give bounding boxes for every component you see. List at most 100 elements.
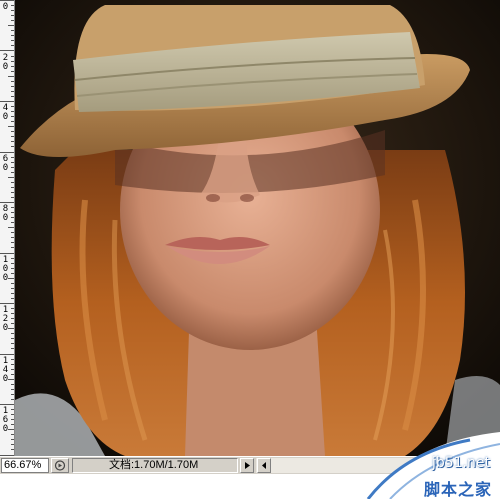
ruler-tick xyxy=(11,162,14,163)
ruler-tick xyxy=(11,434,14,435)
ruler-tick xyxy=(0,0,14,1)
ruler-tick xyxy=(8,76,14,77)
ruler-tick xyxy=(11,20,14,21)
ruler-label: 1 4 0 xyxy=(2,356,9,384)
ruler-tick xyxy=(11,192,14,193)
ruler-tick xyxy=(11,333,14,334)
ruler-tick xyxy=(11,323,14,324)
ruler-label: 2 0 xyxy=(2,53,9,72)
ruler-tick xyxy=(11,409,14,410)
ruler-tick xyxy=(11,141,14,142)
ruler-tick xyxy=(11,45,14,46)
ruler-tick xyxy=(11,10,14,11)
ruler-tick xyxy=(11,273,14,274)
ruler-tick xyxy=(11,288,14,289)
arrow-left-icon xyxy=(262,462,266,469)
ruler-tick xyxy=(11,268,14,269)
ruler-tick xyxy=(11,399,14,400)
circle-arrow-icon xyxy=(54,460,66,471)
ruler-tick xyxy=(11,30,14,31)
document-size-info: 文档:1.70M/1.70M xyxy=(72,458,238,473)
ruler-tick xyxy=(11,364,14,365)
ruler-tick xyxy=(11,146,14,147)
ruler-tick xyxy=(11,5,14,6)
ruler-tick xyxy=(11,298,14,299)
ruler-tick xyxy=(11,212,14,213)
zoom-level-field[interactable]: 66.67% xyxy=(1,458,49,473)
watermark-url: jb51.net xyxy=(431,455,490,471)
ruler-tick xyxy=(11,136,14,137)
ruler-tick xyxy=(11,81,14,82)
status-expand-button[interactable] xyxy=(240,458,254,473)
ruler-tick xyxy=(11,283,14,284)
ruler-tick xyxy=(11,237,14,238)
ruler-tick xyxy=(11,258,14,259)
ruler-tick xyxy=(11,106,14,107)
ruler-tick xyxy=(11,71,14,72)
ruler-label: 0 xyxy=(2,2,9,12)
ruler-tick xyxy=(11,419,14,420)
ruler-tick xyxy=(11,187,14,188)
ruler-tick xyxy=(11,222,14,223)
triangle-right-icon xyxy=(245,462,250,469)
ruler-tick xyxy=(0,354,14,355)
ruler-tick xyxy=(11,40,14,41)
ruler-tick xyxy=(11,66,14,67)
ruler-label: 1 0 0 xyxy=(2,255,9,283)
ruler-tick xyxy=(11,439,14,440)
ruler-tick xyxy=(11,242,14,243)
ruler-tick xyxy=(0,404,14,405)
ruler-tick xyxy=(11,338,14,339)
ruler-tick xyxy=(11,263,14,264)
ruler-tick xyxy=(11,374,14,375)
ruler-tick xyxy=(11,86,14,87)
ruler-tick xyxy=(11,444,14,445)
ruler-tick xyxy=(0,253,14,254)
ruler-tick xyxy=(11,56,14,57)
ruler-tick xyxy=(11,217,14,218)
ruler-tick xyxy=(11,247,14,248)
ruler-tick xyxy=(11,91,14,92)
ruler-tick xyxy=(11,197,14,198)
image-canvas[interactable] xyxy=(15,0,500,456)
ruler-tick xyxy=(11,111,14,112)
scroll-left-button[interactable] xyxy=(257,458,271,473)
ruler-tick xyxy=(11,313,14,314)
ruler-tick xyxy=(0,152,14,153)
ruler-tick xyxy=(0,101,14,102)
ruler-label: 6 0 xyxy=(2,154,9,173)
ruler-tick xyxy=(11,116,14,117)
ruler-tick xyxy=(11,172,14,173)
ruler-tick xyxy=(8,227,14,228)
ruler-label: 1 2 0 xyxy=(2,305,9,333)
ruler-tick xyxy=(11,182,14,183)
ruler-tick xyxy=(11,318,14,319)
ruler-tick xyxy=(11,61,14,62)
ruler-tick xyxy=(11,384,14,385)
ruler-label: 1 6 0 xyxy=(2,406,9,434)
vertical-ruler[interactable]: 0 2 0 4 0 6 0 8 0 1 0 0 1 2 0 1 4 0 1 6 0 xyxy=(0,0,15,456)
watermark: jb51.net 脚本之家 xyxy=(350,432,500,499)
ruler-tick xyxy=(11,394,14,395)
ruler-label: 8 0 xyxy=(2,204,9,223)
ruler-tick xyxy=(11,449,14,450)
ruler-tick xyxy=(0,202,14,203)
ruler-tick xyxy=(11,389,14,390)
ruler-tick xyxy=(11,308,14,309)
ruler-tick xyxy=(11,359,14,360)
ruler-label: 4 0 xyxy=(2,103,9,122)
ruler-tick xyxy=(11,15,14,16)
ruler-tick xyxy=(11,167,14,168)
ruler-tick xyxy=(11,369,14,370)
ruler-tick xyxy=(11,343,14,344)
status-menu-button[interactable] xyxy=(51,458,69,473)
ruler-tick xyxy=(11,35,14,36)
ruler-tick xyxy=(8,126,14,127)
ruler-tick xyxy=(0,303,14,304)
ruler-tick xyxy=(8,25,14,26)
watermark-brand: 脚本之家 xyxy=(423,480,492,499)
ruler-tick xyxy=(0,50,14,51)
ruler-tick xyxy=(11,232,14,233)
ruler-tick xyxy=(11,131,14,132)
ruler-tick xyxy=(11,121,14,122)
